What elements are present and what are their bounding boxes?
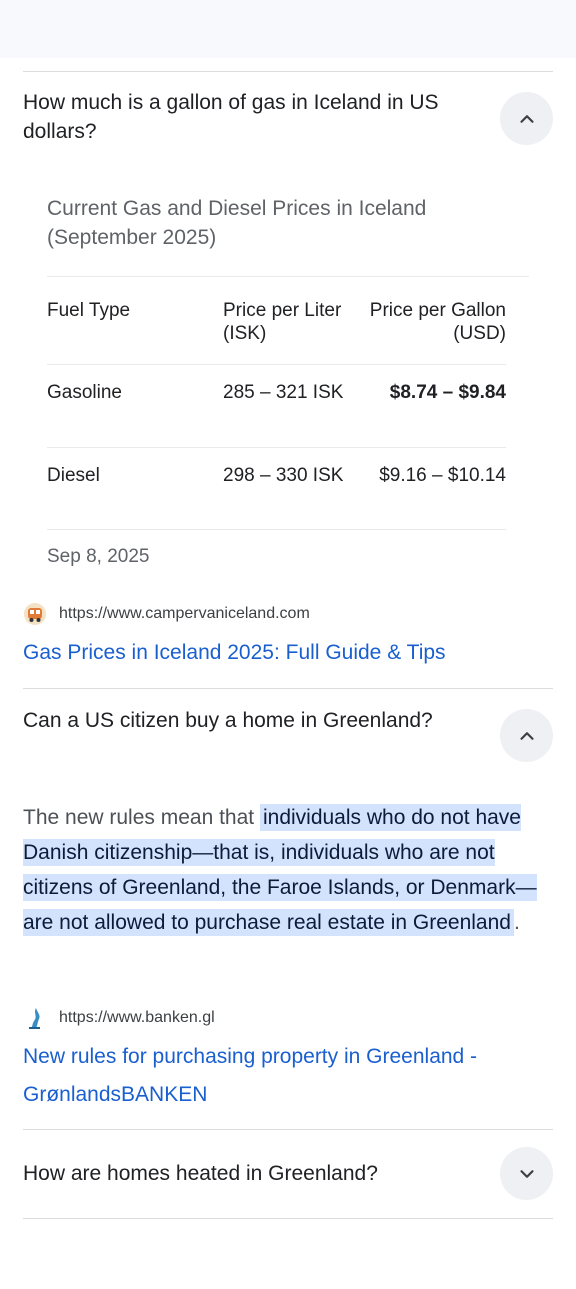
faq-question-3[interactable]: How are homes heated in Greenland?	[23, 1159, 473, 1188]
divider	[23, 1129, 553, 1130]
chevron-down-icon	[519, 1169, 534, 1178]
table-cell: Gasoline	[47, 382, 122, 403]
table-cell: 298 – 330 ISK	[223, 465, 344, 486]
faq-question-1[interactable]: How much is a gallon of gas in Iceland i…	[23, 88, 473, 146]
top-band	[0, 0, 576, 58]
collapse-button-2[interactable]	[500, 709, 553, 762]
answer-suffix: .	[513, 911, 520, 934]
expand-button-3[interactable]	[500, 1147, 553, 1200]
answer-text: The new rules mean that individuals who …	[23, 800, 553, 940]
table-cell: $9.16 – $10.14	[379, 465, 506, 486]
table-line	[47, 364, 506, 365]
banken-logo-icon	[23, 1006, 47, 1030]
chevron-up-icon	[519, 114, 534, 123]
source-link-1[interactable]: Gas Prices in Iceland 2025: Full Guide &…	[23, 634, 553, 672]
faq-question-2[interactable]: Can a US citizen buy a home in Greenland…	[23, 706, 473, 735]
table-cell: $8.74 – $9.84	[389, 382, 506, 403]
source-row-1[interactable]: https://www.campervaniceland.com	[23, 602, 310, 626]
table-header-fuel: Fuel Type	[47, 300, 131, 321]
table-header-liter: Price per Liter (ISK)	[223, 300, 342, 344]
divider	[23, 71, 553, 72]
table-top-line	[47, 276, 529, 277]
chevron-up-icon	[519, 731, 534, 740]
answer-date: Sep 8, 2025	[47, 546, 150, 567]
source-row-2[interactable]: https://www.banken.gl	[23, 1006, 215, 1030]
collapse-button-1[interactable]	[500, 92, 553, 145]
divider	[23, 1218, 553, 1219]
table-line	[47, 447, 506, 448]
table-line	[47, 529, 506, 530]
table-cell: 285 – 321 ISK	[223, 382, 344, 403]
campervan-icon	[23, 602, 47, 626]
source-url: https://www.banken.gl	[59, 1009, 215, 1026]
table-header-gallon: Price per Gallon (USD)	[369, 300, 506, 344]
table-title: Current Gas and Diesel Prices in Iceland…	[47, 197, 427, 249]
source-url: https://www.campervaniceland.com	[59, 605, 310, 622]
divider	[23, 688, 553, 689]
answer-prefix: The new rules mean that	[23, 806, 260, 829]
source-link-2[interactable]: New rules for purchasing property in Gre…	[23, 1038, 553, 1114]
table-cell: Diesel	[47, 465, 100, 486]
